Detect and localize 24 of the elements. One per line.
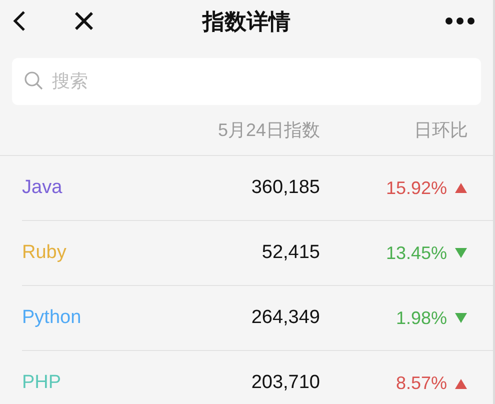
down-triangle-icon	[455, 248, 467, 258]
column-header: 5月24日指数	[216, 118, 320, 142]
page-title: 指数详情	[202, 8, 290, 36]
change-value: 1.98%	[394, 306, 447, 330]
index-value: 52,415	[260, 240, 320, 265]
close-icon[interactable]	[74, 11, 94, 31]
down-triangle-icon	[455, 313, 467, 323]
language-name: Python	[22, 306, 82, 330]
index-value: 203,710	[250, 371, 320, 396]
language-name: Ruby	[22, 240, 68, 265]
up-triangle-icon	[455, 378, 467, 388]
more-icon[interactable]	[445, 17, 475, 25]
index-value: 360,185	[250, 176, 320, 200]
search-icon	[24, 71, 44, 91]
language-name: PHP	[22, 371, 62, 396]
change-value: 13.45%	[384, 242, 447, 264]
back-icon[interactable]	[12, 10, 26, 32]
index-value: 264,349	[250, 306, 320, 330]
column-header: 日环比	[413, 118, 468, 142]
change-value: 8.57%	[394, 372, 447, 395]
search-field[interactable]: 搜索	[12, 58, 481, 105]
language-name: Java	[22, 176, 64, 200]
up-triangle-icon	[455, 183, 467, 193]
change-value: 15.92%	[384, 176, 447, 200]
